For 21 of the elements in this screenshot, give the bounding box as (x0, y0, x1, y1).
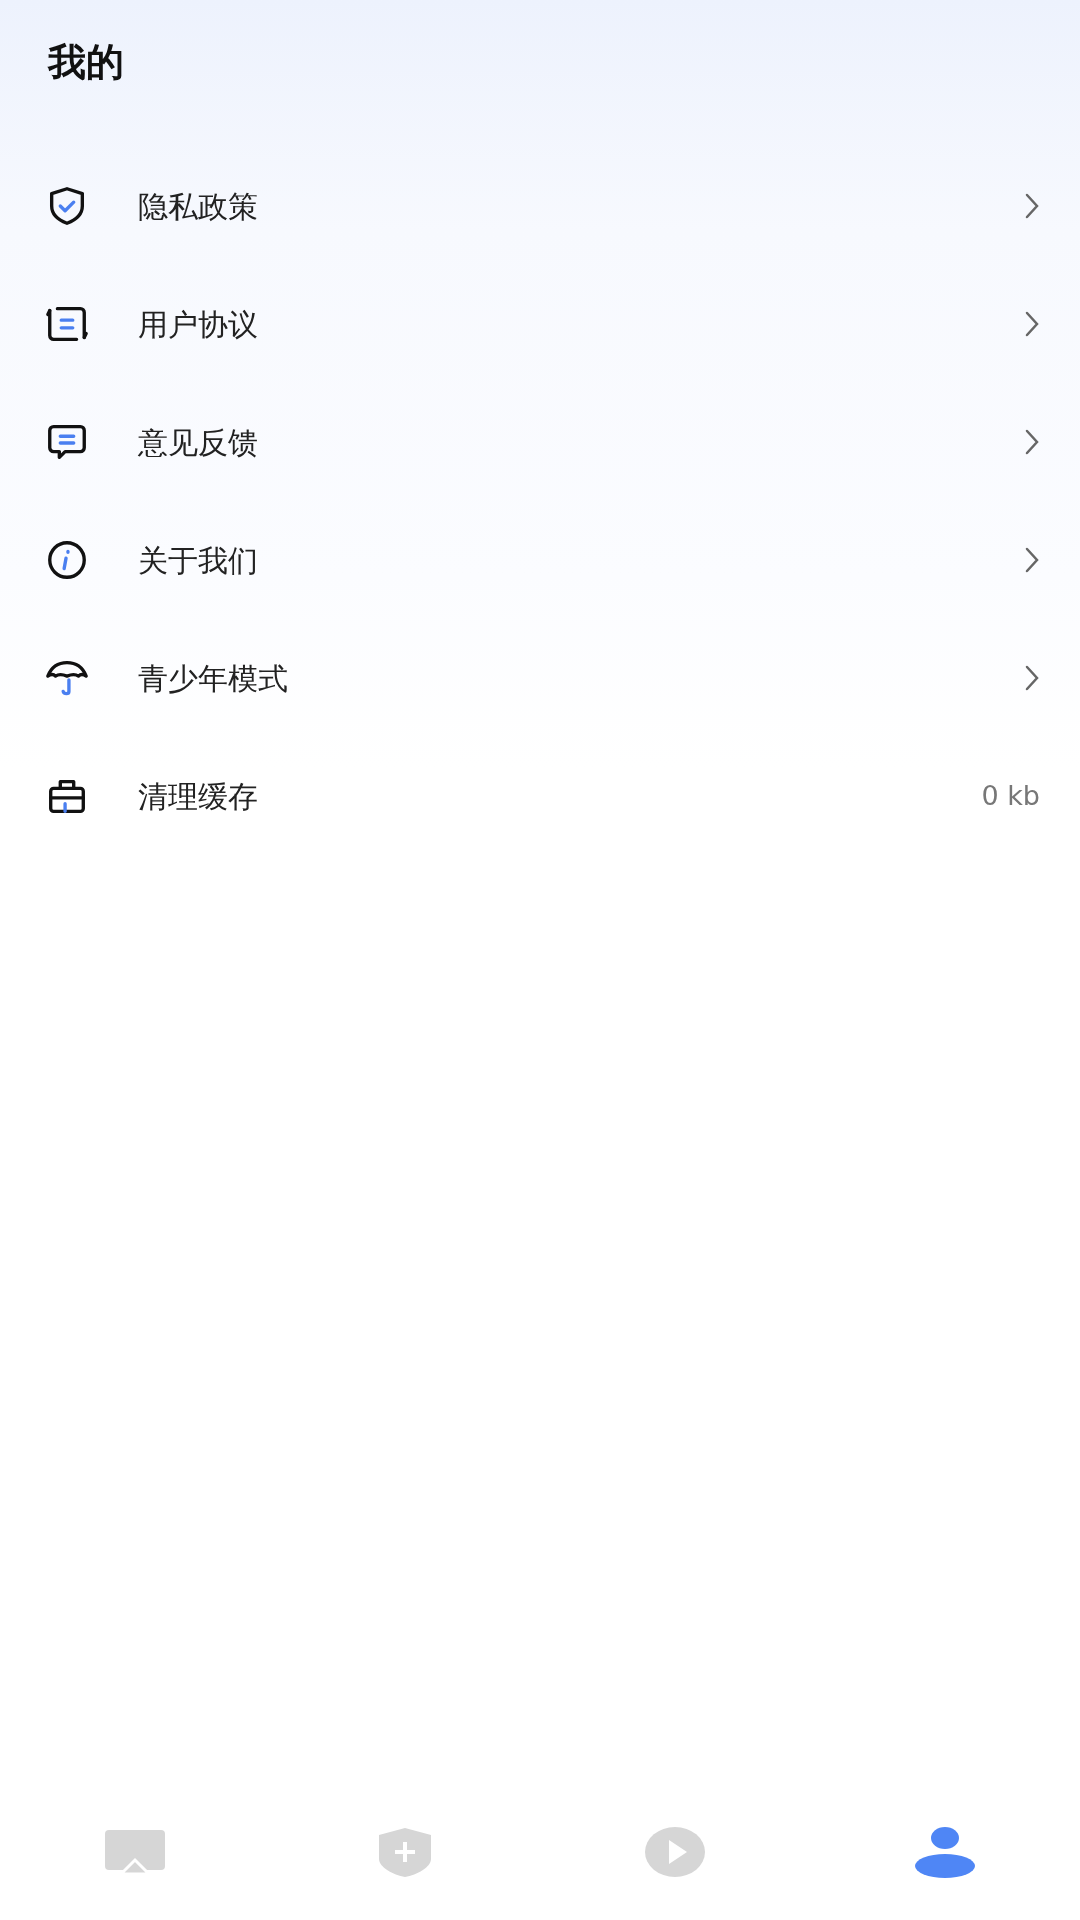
chevron-right-icon (1024, 664, 1040, 692)
chevron-right-icon (1024, 192, 1040, 220)
profile-icon[interactable] (913, 1826, 977, 1878)
chevron-right-icon (1024, 310, 1040, 338)
menu-label: 清理缓存 (138, 777, 259, 816)
cache-size: 0 kb (981, 778, 1040, 813)
menu-item[interactable]: 意见反馈 (0, 383, 1080, 501)
play-icon[interactable] (643, 1826, 707, 1878)
page-title: 我的 (46, 39, 125, 86)
chevron-right-icon (1024, 546, 1040, 574)
menu-item[interactable]: 关于我们 (0, 501, 1080, 619)
menu-item[interactable]: 清理缓存 0 kb (0, 737, 1080, 855)
menu-label: 意见反馈 (138, 423, 259, 462)
menu-item[interactable]: 隐私政策 (0, 147, 1080, 265)
menu-label: 用户协议 (138, 305, 259, 344)
menu-item[interactable]: 用户协议 (0, 265, 1080, 383)
menu-label: 隐私政策 (138, 187, 259, 226)
chevron-right-icon (1024, 428, 1040, 456)
menu-label: 关于我们 (138, 541, 259, 580)
menu-item[interactable]: 青少年模式 (0, 619, 1080, 737)
menu-label: 青少年模式 (138, 659, 289, 698)
